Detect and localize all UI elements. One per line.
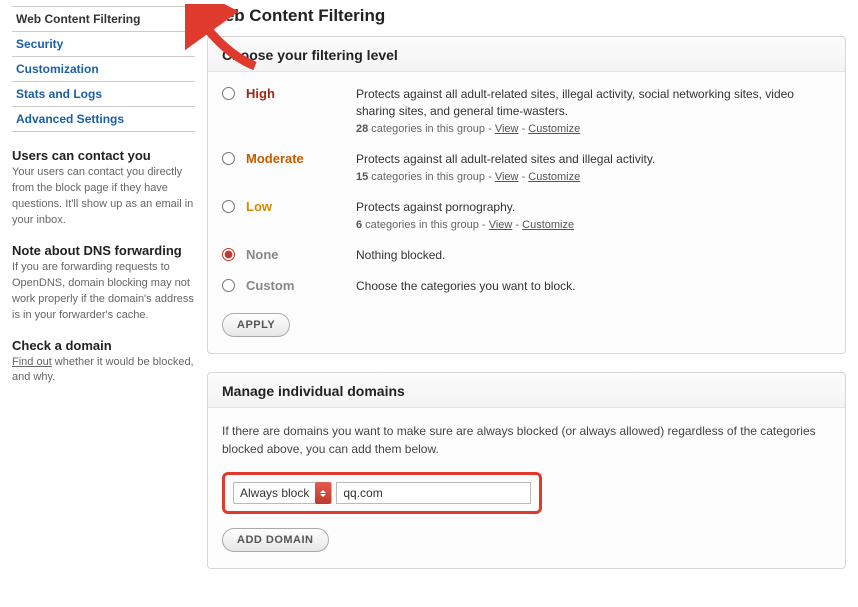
level-row-custom: Custom Choose the categories you want to… [222, 278, 831, 295]
sidebar-nav: Web Content Filtering Security Customiza… [12, 6, 195, 132]
sidebar-block-body: Find out whether it would be blocked, an… [12, 355, 195, 387]
sidebar-block-body: If you are forwarding requests to OpenDN… [12, 260, 195, 324]
domain-input[interactable] [336, 482, 531, 504]
customize-link[interactable]: Customize [528, 171, 580, 183]
level-desc: Protects against all adult-related sites… [356, 86, 831, 120]
manage-domains-panel: Manage individual domains If there are d… [207, 372, 846, 569]
level-sub: 15 categories in this group - View - Cus… [356, 170, 831, 185]
nav-security[interactable]: Security [12, 32, 195, 57]
radio-none[interactable] [222, 248, 235, 261]
level-row-high: High Protects against all adult-related … [222, 86, 831, 137]
action-select-label: Always block [234, 486, 315, 500]
radio-moderate[interactable] [222, 152, 235, 165]
level-label-high: High [246, 86, 356, 101]
level-cats-text: categories in this group - [368, 123, 495, 135]
sidebar-block-contact: Users can contact you Your users can con… [12, 148, 195, 229]
sep: - [518, 171, 528, 183]
sidebar-block-title: Note about DNS forwarding [12, 243, 195, 258]
radio-low[interactable] [222, 200, 235, 213]
sidebar: Web Content Filtering Security Customiza… [12, 6, 207, 587]
nav-stats-and-logs[interactable]: Stats and Logs [12, 82, 195, 107]
panel-heading: Manage individual domains [208, 373, 845, 408]
filtering-panel: Choose your filtering level High Protect… [207, 36, 846, 354]
customize-link[interactable]: Customize [522, 219, 574, 231]
radio-custom[interactable] [222, 279, 235, 292]
main: Web Content Filtering Choose your filter… [207, 6, 846, 587]
sep: - [512, 219, 522, 231]
customize-link[interactable]: Customize [528, 123, 580, 135]
level-label-moderate: Moderate [246, 151, 356, 166]
level-label-custom: Custom [246, 278, 356, 293]
level-desc: Nothing blocked. [356, 247, 831, 264]
sidebar-block-dns: Note about DNS forwarding If you are for… [12, 243, 195, 324]
level-cats-text: categories in this group - [368, 171, 495, 183]
add-domain-button[interactable]: ADD DOMAIN [222, 528, 329, 552]
action-select[interactable]: Always block [233, 482, 332, 504]
level-row-moderate: Moderate Protects against all adult-rela… [222, 151, 831, 185]
view-link[interactable]: View [495, 123, 519, 135]
level-row-low: Low Protects against pornography. 6 cate… [222, 199, 831, 233]
level-cats-text: categories in this group - [362, 219, 489, 231]
nav-web-content-filtering[interactable]: Web Content Filtering [12, 7, 195, 32]
level-label-none: None [246, 247, 356, 262]
level-sub: 28 categories in this group - View - Cus… [356, 122, 831, 137]
domain-entry-row: Always block [222, 472, 542, 514]
level-count: 15 [356, 171, 368, 183]
sep: - [518, 123, 528, 135]
sidebar-block-body: Your users can contact you directly from… [12, 165, 195, 229]
find-out-link[interactable]: Find out [12, 356, 52, 368]
panel-heading: Choose your filtering level [208, 37, 845, 72]
level-desc: Protects against pornography. [356, 199, 831, 216]
sidebar-block-title: Check a domain [12, 338, 195, 353]
radio-high[interactable] [222, 87, 235, 100]
level-row-none: None Nothing blocked. [222, 247, 831, 264]
sidebar-block-title: Users can contact you [12, 148, 195, 163]
page-title: Web Content Filtering [209, 6, 846, 26]
manage-desc: If there are domains you want to make su… [222, 422, 831, 458]
view-link[interactable]: View [495, 171, 519, 183]
level-count: 28 [356, 123, 368, 135]
level-label-low: Low [246, 199, 356, 214]
apply-button[interactable]: APPLY [222, 313, 290, 337]
level-desc: Protects against all adult-related sites… [356, 151, 831, 168]
nav-customization[interactable]: Customization [12, 57, 195, 82]
sidebar-block-check: Check a domain Find out whether it would… [12, 338, 195, 387]
view-link[interactable]: View [489, 219, 513, 231]
nav-advanced-settings[interactable]: Advanced Settings [12, 107, 195, 132]
select-stepper-icon [315, 482, 331, 504]
level-sub: 6 categories in this group - View - Cust… [356, 218, 831, 233]
level-desc: Choose the categories you want to block. [356, 278, 831, 295]
